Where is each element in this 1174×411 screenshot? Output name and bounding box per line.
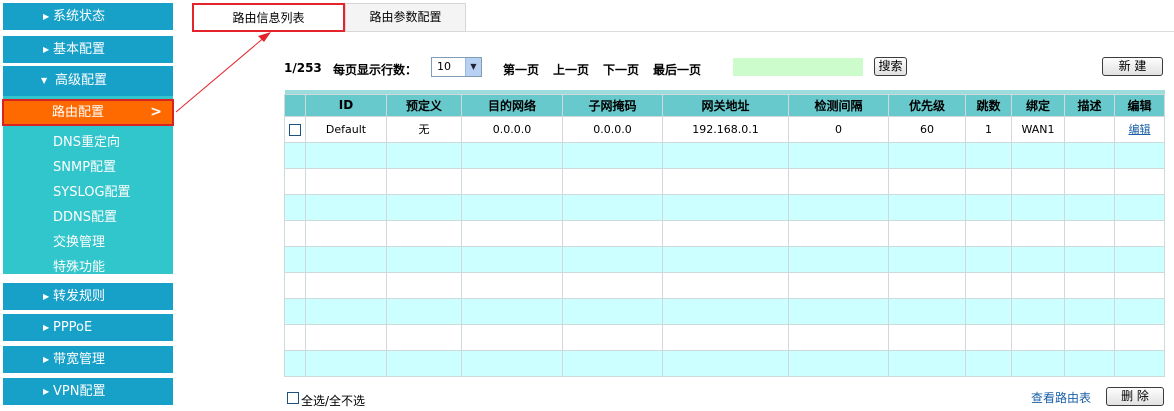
table-row-empty <box>284 245 1165 273</box>
prev-page-link[interactable]: 上一页 <box>553 61 589 78</box>
cell-mask: 0.0.0.0 <box>562 115 663 143</box>
menu-vpn[interactable]: ▶ VPN配置 <box>3 378 173 405</box>
cell-interval: 0 <box>788 115 889 143</box>
menu-basic-config[interactable]: ▶ 基本配置 <box>3 36 173 63</box>
search-button[interactable]: 搜索 <box>874 57 907 76</box>
cell-dest: 0.0.0.0 <box>461 115 563 143</box>
last-page-link[interactable]: 最后一页 <box>653 61 701 78</box>
col-header-dest: 目的网络 <box>461 93 563 117</box>
route-table: ID 预定义 目的网络 子网掩码 网关地址 检测间隔 优先级 跳数 绑定 描述 … <box>284 90 1165 377</box>
cell-id: Default <box>305 115 387 143</box>
col-header-gateway: 网关地址 <box>662 93 789 117</box>
new-route-button[interactable]: 新 建 <box>1102 57 1163 76</box>
table-row: Default 无 0.0.0.0 0.0.0.0 192.168.0.1 0 … <box>284 115 1165 143</box>
dropdown-arrow-icon[interactable]: ▼ <box>465 58 481 76</box>
tab-route-params[interactable]: 路由参数配置 <box>345 3 466 32</box>
triangle-right-icon: ▶ <box>43 12 50 21</box>
cell-predefined: 无 <box>386 115 462 143</box>
table-row-empty <box>284 271 1165 299</box>
triangle-right-icon: ▶ <box>43 355 50 364</box>
submenu-dns-redirect[interactable]: DNS重定向 <box>53 131 120 150</box>
col-header-predefined: 预定义 <box>386 93 462 117</box>
tab-divider <box>466 31 1174 32</box>
row-checkbox[interactable] <box>289 123 301 136</box>
col-header-priority: 优先级 <box>888 93 966 117</box>
router-admin-page: ▶ 系统状态 ▶ 基本配置 ▼ 高级配置 路由配置 > DNS重定向 SNMP配置 … <box>0 0 1174 411</box>
chevron-right-icon: > <box>150 104 162 120</box>
cell-bind: WAN1 <box>1011 115 1065 143</box>
triangle-down-icon: ▼ <box>41 76 48 85</box>
edit-link[interactable]: 编辑 <box>1129 123 1151 136</box>
menu-forward-rules[interactable]: ▶ 转发规则 <box>3 283 173 310</box>
col-header-interval: 检测间隔 <box>788 93 889 117</box>
delete-button[interactable]: 删 除 <box>1106 387 1164 406</box>
select-all-checkbox[interactable] <box>287 392 299 404</box>
table-row-empty <box>284 219 1165 247</box>
rows-per-page-label: 每页显示行数： <box>333 63 418 77</box>
col-header-select <box>284 93 306 117</box>
table-row-empty <box>284 167 1165 195</box>
menu-pppoe[interactable]: ▶ PPPoE <box>3 314 173 341</box>
submenu-ddns[interactable]: DDNS配置 <box>53 206 117 225</box>
cell-priority: 60 <box>888 115 966 143</box>
select-all-label: 全选/全不选 <box>301 394 366 408</box>
col-header-id: ID <box>305 93 387 117</box>
table-row-empty <box>284 141 1165 169</box>
cell-hops: 1 <box>965 115 1012 143</box>
table-header-row: ID 预定义 目的网络 子网掩码 网关地址 检测间隔 优先级 跳数 绑定 描述 … <box>284 93 1165 117</box>
col-header-edit: 编辑 <box>1114 93 1165 117</box>
submenu-snmp[interactable]: SNMP配置 <box>53 156 116 175</box>
submenu-special-functions[interactable]: 特殊功能 <box>53 256 105 275</box>
triangle-right-icon: ▶ <box>43 323 50 332</box>
table-row-empty <box>284 323 1165 351</box>
submenu-route-config[interactable]: 路由配置 > <box>2 99 174 126</box>
menu-system-status[interactable]: ▶ 系统状态 <box>3 3 173 30</box>
table-row-empty <box>284 349 1165 377</box>
rows-per-page-select[interactable]: 10 ▼ <box>431 57 482 77</box>
col-header-bind: 绑定 <box>1011 93 1065 117</box>
page-indicator: 1/253 <box>284 61 322 75</box>
search-input[interactable] <box>733 58 863 76</box>
table-row-empty <box>284 297 1165 325</box>
table-row-empty <box>284 193 1165 221</box>
cell-desc <box>1064 115 1115 143</box>
triangle-right-icon: ▶ <box>43 387 50 396</box>
view-route-table-link[interactable]: 查看路由表 <box>1031 389 1091 406</box>
sidebar: ▶ 系统状态 ▶ 基本配置 ▼ 高级配置 路由配置 > DNS重定向 SNMP配置 … <box>0 0 176 411</box>
tab-route-list[interactable]: 路由信息列表 <box>192 3 345 32</box>
col-header-mask: 子网掩码 <box>562 93 663 117</box>
first-page-link[interactable]: 第一页 <box>503 61 539 78</box>
triangle-right-icon: ▶ <box>43 45 50 54</box>
next-page-link[interactable]: 下一页 <box>603 61 639 78</box>
menu-bandwidth[interactable]: ▶ 带宽管理 <box>3 346 173 373</box>
triangle-right-icon: ▶ <box>43 292 50 301</box>
submenu-switch-management[interactable]: 交换管理 <box>53 231 105 250</box>
col-header-hops: 跳数 <box>965 93 1012 117</box>
submenu-syslog[interactable]: SYSLOG配置 <box>53 181 131 200</box>
cell-gateway: 192.168.0.1 <box>662 115 789 143</box>
col-header-desc: 描述 <box>1064 93 1115 117</box>
menu-advanced-config[interactable]: ▼ 高级配置 <box>3 66 173 96</box>
